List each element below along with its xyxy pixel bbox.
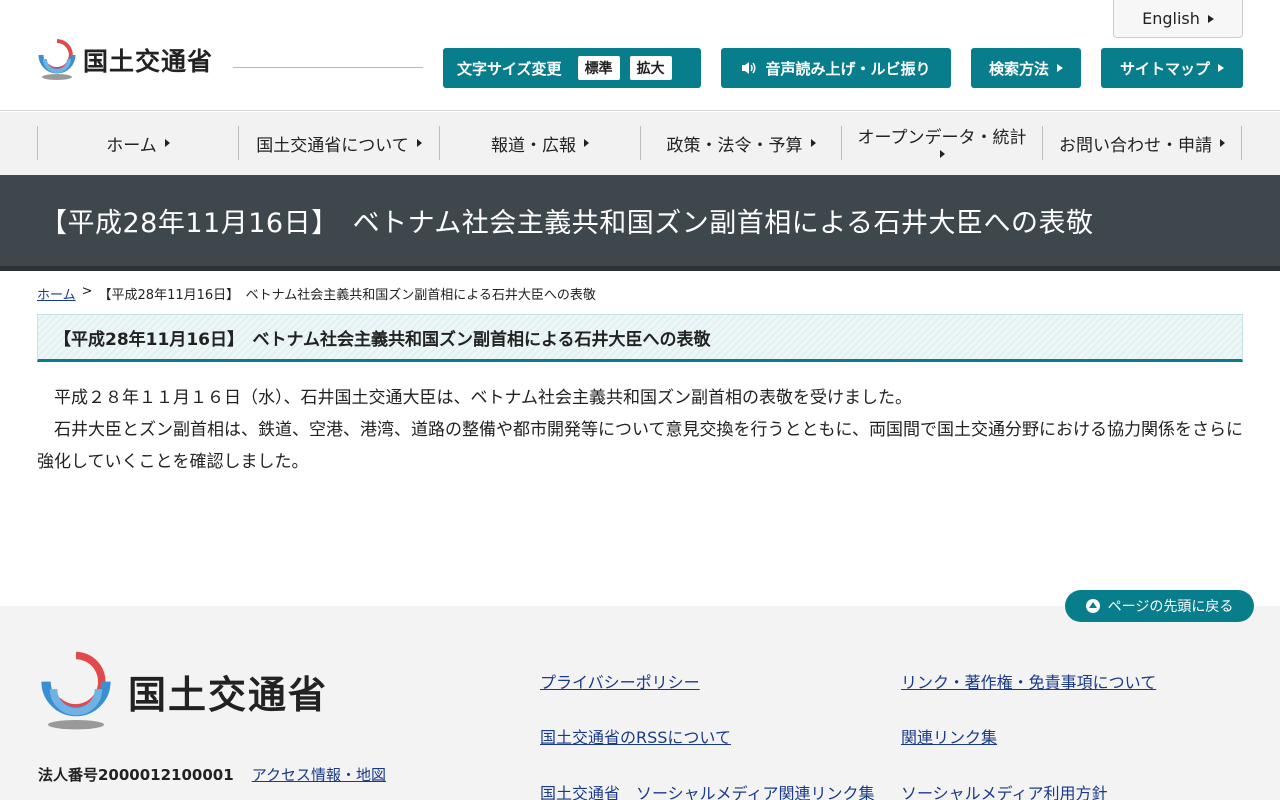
copyright-disclaimer-link[interactable]: リンク・著作権・免責事項について (901, 669, 1156, 693)
gnav-label: 政策・法令・予算 (666, 135, 803, 156)
gnav-label: 国土交通省について (256, 135, 409, 156)
section-heading: 【平成28年11月16日】 ベトナム社会主義共和国ズン副首相による石井大臣への表… (37, 314, 1243, 362)
breadcrumb-home-link[interactable]: ホーム (37, 284, 76, 303)
gnav-item-policy[interactable]: 政策・法令・予算 (640, 126, 841, 160)
sitemap-label: サイトマップ (1119, 59, 1210, 78)
footer-logo-text: 国土交通省 (128, 672, 329, 717)
social-media-links-link[interactable]: 国土交通省 ソーシャルメディア関連リンク集 (540, 780, 875, 800)
english-button[interactable]: English (1113, 0, 1243, 38)
breadcrumb-current: 【平成28年11月16日】 ベトナム社会主義共和国ズン副首相による石井大臣への表… (98, 288, 596, 303)
article-paragraph: 石井大臣とズン副首相は、鉄道、空港、港湾、道路の整備や都市開発等について意見交換… (37, 420, 1243, 472)
triangle-right-icon (584, 139, 589, 147)
triangle-right-icon (164, 139, 170, 147)
search-method-label: 検索方法 (988, 59, 1049, 78)
social-media-policy-link[interactable]: ソーシャルメディア利用方針 (901, 780, 1108, 800)
voice-ruby-button[interactable]: 音声読み上げ・ルビ振り (721, 48, 951, 88)
logo-divider (233, 67, 423, 68)
access-map-link[interactable]: アクセス情報・地図 (252, 764, 386, 785)
search-method-button[interactable]: 検索方法 (971, 48, 1081, 88)
triangle-right-icon (939, 150, 945, 158)
triangle-right-icon (810, 139, 816, 147)
page-title-banner: 【平成28年11月16日】 ベトナム社会主義共和国ズン副首相による石井大臣への表… (0, 175, 1280, 271)
gnav-item-press[interactable]: 報道・広報 (439, 126, 640, 160)
section-heading-text: 【平成28年11月16日】 ベトナム社会主義共和国ズン副首相による石井大臣への表… (54, 329, 711, 350)
triangle-right-icon (1207, 14, 1214, 23)
sitemap-button[interactable]: サイトマップ (1101, 48, 1243, 88)
article-body: 平成２８年１１月１６日（水）、石井国土交通大臣は、ベトナム社会主義共和国ズン副首… (37, 382, 1243, 478)
gnav-item-contact[interactable]: お問い合わせ・申請 (1042, 126, 1242, 160)
gnav-label: お問い合わせ・申請 (1059, 135, 1212, 156)
speaker-icon (741, 61, 757, 75)
triangle-right-icon (416, 139, 422, 147)
related-links-link[interactable]: 関連リンク集 (901, 724, 997, 748)
privacy-policy-link[interactable]: プライバシーポリシー (540, 669, 700, 693)
global-nav: ホーム 国土交通省について 報道・広報 政策・法令・予算 オープンデータ・統計 … (0, 112, 1280, 175)
mlit-logo-icon (37, 37, 77, 83)
page-top-button[interactable]: ページの先頭に戻る (1065, 590, 1254, 622)
rss-link[interactable]: 国土交通省のRSSについて (540, 724, 731, 748)
gnav-item-opendata[interactable]: オープンデータ・統計 (841, 126, 1042, 160)
font-size-large-button[interactable]: 拡大 (629, 56, 672, 80)
english-label: English (1142, 9, 1200, 28)
triangle-right-icon (1218, 64, 1224, 72)
gnav-label: 報道・広報 (491, 135, 576, 156)
corp-info: 法人番号2000012100001 アクセス情報・地図 (38, 764, 386, 785)
corp-number: 法人番号2000012100001 (38, 766, 234, 784)
triangle-right-icon (1220, 139, 1225, 147)
font-size-standard-button[interactable]: 標準 (577, 56, 620, 80)
gnav-label: オープンデータ・統計 (857, 128, 1027, 148)
breadcrumb: ホーム > 【平成28年11月16日】 ベトナム社会主義共和国ズン副首相による石… (37, 284, 596, 303)
footer-logo[interactable]: 国土交通省 (38, 648, 328, 734)
article-paragraph: 平成２８年１１月１６日（水）、石井国土交通大臣は、ベトナム社会主義共和国ズン副首… (54, 388, 912, 408)
mlit-logo-icon (38, 648, 114, 734)
breadcrumb-separator: > (81, 284, 93, 299)
arrow-up-icon (1085, 599, 1100, 613)
voice-label: 音声読み上げ・ルビ振り (765, 59, 931, 78)
gnav-item-home[interactable]: ホーム (37, 126, 238, 160)
site-logo[interactable]: 国土交通省 (37, 37, 213, 83)
logo-text: 国土交通省 (83, 47, 214, 76)
site-header: 国土交通省 English 文字サイズ変更 標準 拡大 音声読み上げ・ルビ振り … (0, 0, 1280, 111)
gnav-item-about[interactable]: 国土交通省について (238, 126, 439, 160)
page-title: 【平成28年11月16日】 ベトナム社会主義共和国ズン副首相による石井大臣への表… (40, 208, 1094, 239)
triangle-right-icon (1057, 64, 1063, 72)
page-top-label: ページの先頭に戻る (1107, 599, 1234, 615)
font-size-label: 文字サイズ変更 (457, 59, 562, 78)
gnav-label: ホーム (106, 135, 157, 156)
font-size-control: 文字サイズ変更 標準 拡大 (443, 48, 701, 88)
